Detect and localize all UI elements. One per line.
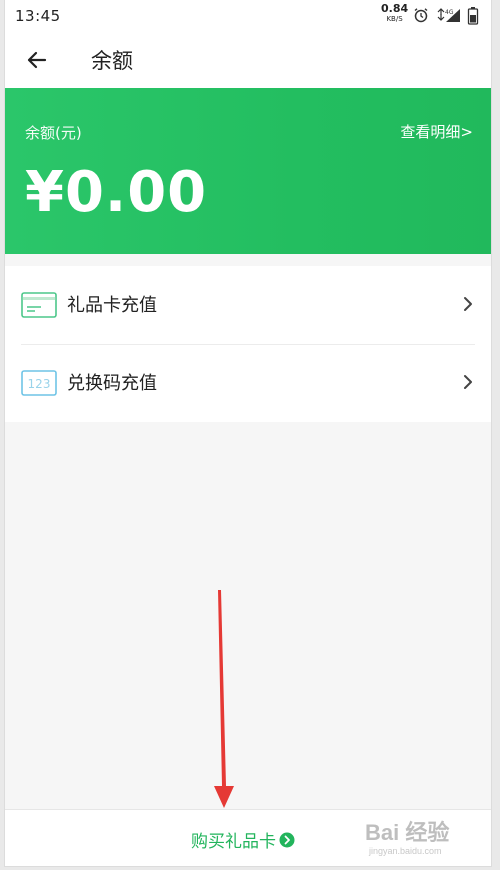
baidu-jingyan-watermark: Bai 经验 jingyan.baidu.com (363, 812, 483, 866)
chevron-right-icon (463, 374, 473, 394)
annotation-arrow-icon (209, 590, 239, 814)
network-speed-unit: KB/S (386, 15, 403, 23)
status-time: 13:45 (15, 7, 61, 25)
watermark-text: Bai 经验 (365, 820, 449, 845)
buy-gift-card-button[interactable]: 购买礼品卡 (191, 827, 295, 852)
arrow-circle-right-icon (279, 832, 295, 847)
app-header: 余额 (5, 32, 491, 88)
watermark-url: jingyan.baidu.com (368, 846, 442, 856)
view-details-link[interactable]: 查看明细> (400, 121, 473, 142)
menu-item-gift-card-recharge[interactable]: 礼品卡充值 (5, 266, 491, 345)
alarm-icon (413, 7, 429, 27)
buy-gift-card-label: 购买礼品卡 (191, 832, 276, 852)
app-frame: 13:45 0.84 KB/S 4G 余额 余额(元) 查看明细> ¥0.00 … (4, 0, 492, 867)
back-arrow-icon[interactable] (25, 48, 49, 76)
network-speed: 0.84 KB/S (381, 2, 409, 24)
balance-amount: ¥0.00 (25, 160, 208, 225)
recharge-menu: 礼品卡充值 123 兑换码充值 (5, 266, 491, 422)
cellular-signal-icon: 4G (435, 6, 463, 28)
menu-item-redeem-code-recharge[interactable]: 123 兑换码充值 (5, 344, 491, 422)
menu-item-label: 礼品卡充值 (67, 295, 157, 316)
battery-icon (467, 6, 479, 30)
page-title: 余额 (91, 49, 133, 73)
menu-item-label: 兑换码充值 (67, 373, 157, 394)
network-speed-value: 0.84 (381, 2, 409, 15)
redeem-code-icon-text: 123 (28, 377, 51, 391)
redeem-code-icon: 123 (21, 370, 57, 400)
chevron-right-icon (463, 296, 473, 316)
status-bar: 13:45 0.84 KB/S 4G (5, 0, 491, 32)
network-type-label: 4G (445, 9, 454, 16)
balance-label: 余额(元) (25, 124, 82, 142)
balance-card: 余额(元) 查看明细> ¥0.00 (5, 88, 491, 254)
gift-card-icon (21, 292, 57, 322)
